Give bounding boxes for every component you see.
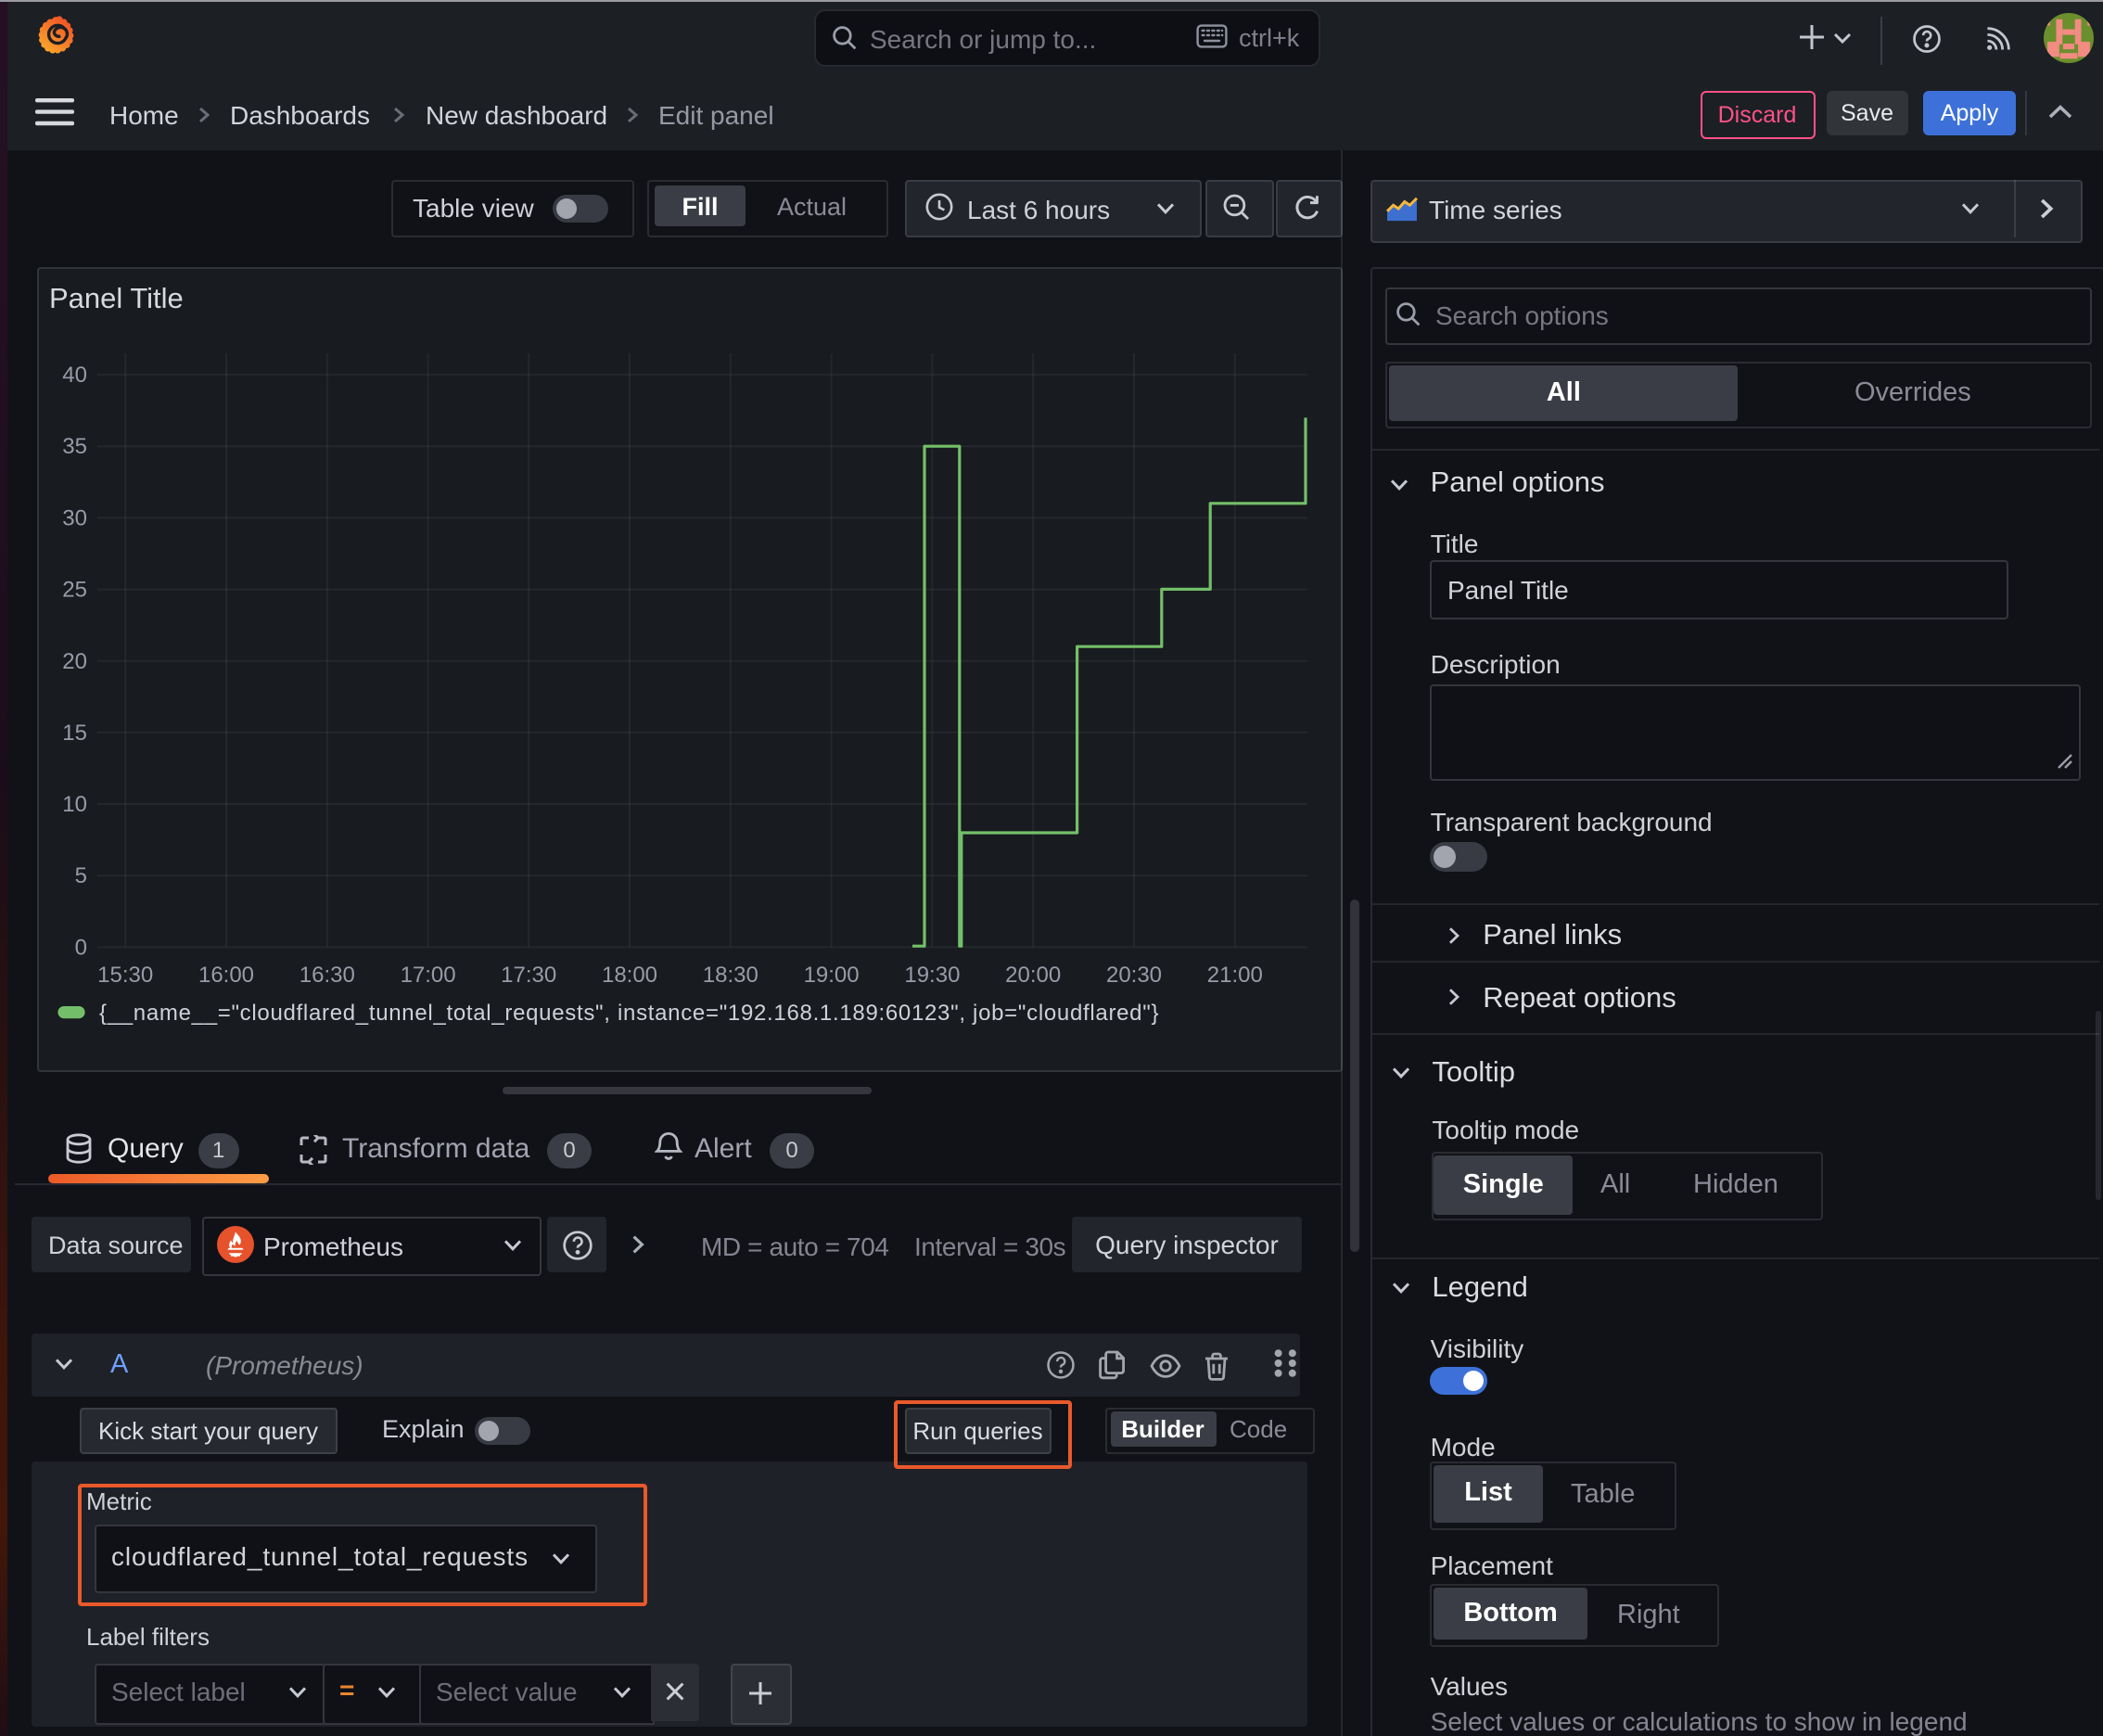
svg-text:35: 35 [61, 433, 86, 458]
svg-text:19:00: 19:00 [803, 962, 859, 987]
svg-text:15: 15 [61, 720, 86, 745]
svg-text:19:30: 19:30 [903, 962, 959, 987]
svg-text:30: 30 [61, 504, 86, 530]
svg-text:21:00: 21:00 [1206, 962, 1262, 987]
svg-text:{__name__="cloudflared_tunnel_: {__name__="cloudflared_tunnel_total_requ… [98, 1000, 1158, 1025]
svg-text:17:00: 17:00 [400, 962, 455, 987]
svg-text:5: 5 [74, 862, 86, 887]
svg-text:18:00: 18:00 [601, 962, 656, 987]
svg-text:16:30: 16:30 [299, 962, 354, 987]
svg-text:20:00: 20:00 [1004, 962, 1060, 987]
svg-text:17:30: 17:30 [500, 962, 555, 987]
svg-text:20:30: 20:30 [1105, 962, 1161, 987]
svg-text:18:30: 18:30 [702, 962, 758, 987]
svg-text:15:30: 15:30 [96, 962, 152, 987]
svg-text:16:00: 16:00 [198, 962, 253, 987]
svg-text:10: 10 [61, 791, 86, 816]
svg-text:25: 25 [61, 577, 86, 602]
svg-text:40: 40 [61, 362, 86, 387]
svg-text:0: 0 [74, 934, 86, 959]
svg-text:20: 20 [61, 648, 86, 673]
